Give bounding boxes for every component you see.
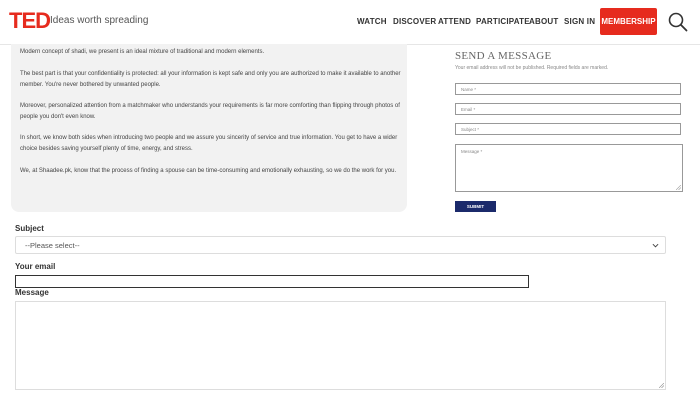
paragraph-3: Moreover, personalized attention from a … — [20, 103, 400, 120]
send-message-title: SEND A MESSAGE — [455, 50, 552, 62]
nav-about[interactable]: ABOUT — [529, 17, 558, 27]
sidebar-name-input[interactable]: Name * — [455, 83, 681, 95]
nav-attend[interactable]: ATTEND — [438, 17, 471, 27]
top-nav-bar: TED Ideas worth spreading WATCH DISCOVER… — [0, 0, 700, 45]
search-icon[interactable] — [668, 12, 688, 32]
chevron-down-icon — [652, 243, 659, 248]
send-message-note: Your email address will not be published… — [455, 65, 609, 71]
sidebar-message-placeholder: Message * — [461, 149, 483, 154]
nav-sign-in[interactable]: SIGN IN — [564, 17, 595, 27]
submit-button[interactable]: SUBMIT — [455, 201, 496, 212]
your-email-input[interactable] — [15, 275, 529, 288]
nav-discover[interactable]: DISCOVER — [393, 17, 436, 27]
subject-select[interactable]: --Please select-- — [15, 236, 666, 254]
resize-grip-icon[interactable] — [659, 383, 664, 388]
subject-label: Subject — [15, 224, 44, 233]
nav-participate[interactable]: PARTICIPATE — [476, 17, 530, 27]
message-label: Message — [15, 288, 49, 297]
paragraph-4: In short, we know both sides when introd… — [20, 135, 398, 152]
paragraph-1: Modern concept of shadi, we present is a… — [20, 49, 265, 55]
paragraph-5: We, at Shaadee.pk, know that the process… — [20, 168, 397, 174]
sidebar-email-input[interactable]: Email * — [455, 103, 681, 115]
subject-selected-value: --Please select-- — [25, 241, 80, 250]
resize-grip-icon[interactable] — [676, 185, 681, 190]
nav-watch[interactable]: WATCH — [357, 17, 387, 27]
your-email-label: Your email — [15, 262, 56, 271]
message-textarea[interactable] — [15, 301, 666, 390]
paragraph-2: The best part is that your confidentiali… — [20, 71, 401, 88]
membership-button[interactable]: MEMBERSHIP — [600, 8, 657, 35]
ted-logo[interactable]: TED — [9, 8, 51, 34]
tagline: Ideas worth spreading — [50, 15, 149, 26]
sidebar-subject-input[interactable]: Subject * — [455, 123, 681, 135]
sidebar-message-textarea[interactable]: Message * — [455, 144, 683, 192]
